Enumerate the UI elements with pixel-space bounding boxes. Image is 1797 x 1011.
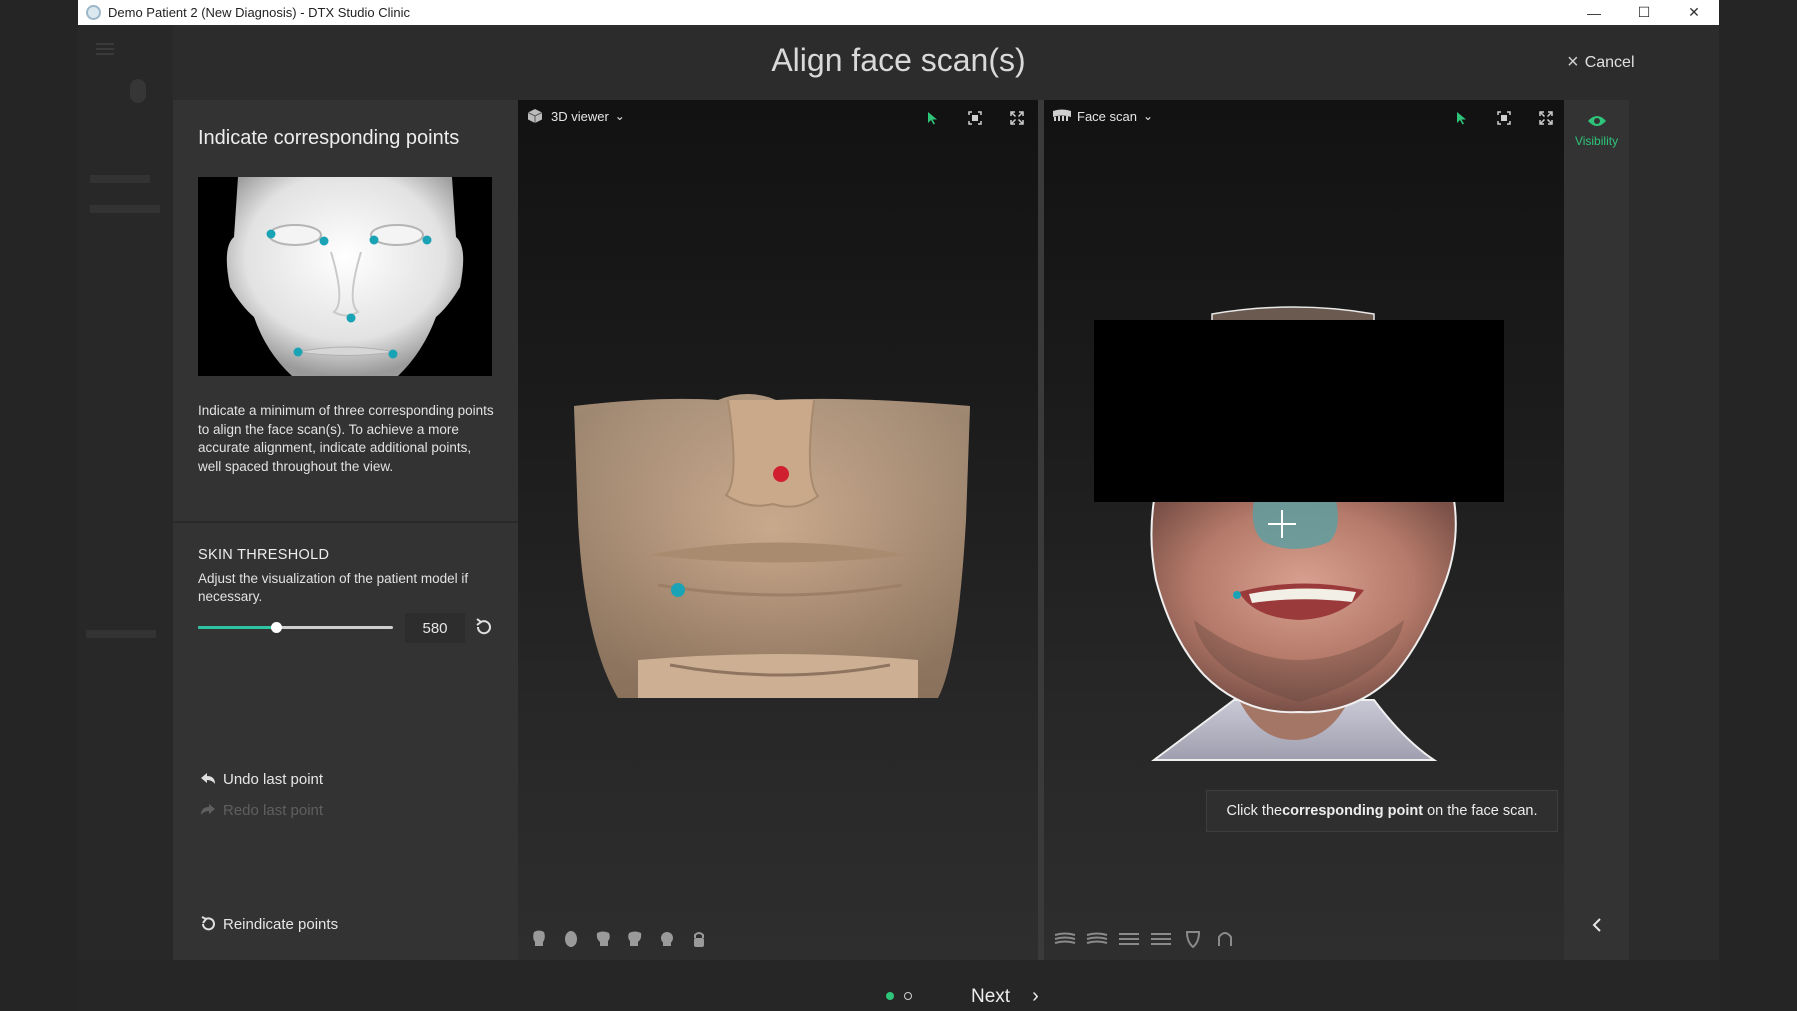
reference-point [422, 235, 432, 245]
teeth-upper-icon[interactable] [1054, 928, 1076, 950]
reindicate-icon [198, 915, 218, 933]
right-tool-column: Visibility [1564, 100, 1629, 960]
eye-icon [1587, 116, 1606, 126]
reset-threshold-icon[interactable] [473, 616, 495, 638]
redo-arrow-icon [198, 801, 218, 819]
tooth-single-icon[interactable] [1182, 928, 1204, 950]
undo-arrow-icon [198, 770, 218, 788]
reference-point [266, 229, 276, 239]
window-controls: — ☐ ✕ [1569, 0, 1719, 25]
redo-last-point-button[interactable]: Redo last point [198, 801, 323, 819]
reference-point [388, 349, 398, 359]
selected-point-marker [773, 466, 789, 482]
screen-margin-left [0, 0, 78, 1011]
background-item [90, 175, 150, 183]
background-item [86, 630, 156, 638]
skin-model-render [574, 394, 970, 698]
cancel-label: Cancel [1584, 53, 1635, 71]
step-dot-active [886, 992, 894, 1000]
visibility-button[interactable]: Visibility [1564, 114, 1629, 148]
skin-threshold-title: SKIN THRESHOLD [198, 547, 330, 563]
profile-right-icon[interactable] [624, 928, 646, 950]
reference-point [293, 347, 303, 357]
undo-last-point-button[interactable]: Undo last point [198, 770, 323, 788]
skin-threshold-slider-fill [198, 626, 276, 629]
app-logo-icon [86, 5, 101, 20]
background-tooth-icon [130, 79, 146, 103]
cancel-button[interactable]: × Cancel [1567, 51, 1635, 74]
background-sidebar [78, 25, 173, 1011]
teeth-open-icon[interactable] [1150, 928, 1172, 950]
reference-point [346, 313, 356, 323]
instruction-hint: Click the corresponding point on the fac… [1206, 790, 1558, 832]
hint-bold: corresponding point [1282, 803, 1424, 819]
panel-divider [173, 521, 518, 523]
hint-suffix: on the face scan. [1423, 803, 1538, 819]
step-indicator [886, 992, 912, 1000]
window-title: Demo Patient 2 (New Diagnosis) - DTX Stu… [108, 5, 410, 20]
next-label: Next [971, 985, 1011, 1007]
close-window-button[interactable]: ✕ [1669, 0, 1719, 25]
skin-threshold-value-input[interactable]: 580 [405, 613, 465, 643]
visibility-label: Visibility [1574, 134, 1619, 148]
close-icon: × [1567, 51, 1579, 73]
app-window: Demo Patient 2 (New Diagnosis) - DTX Stu… [78, 0, 1719, 1011]
skin-threshold-slider-handle[interactable] [271, 622, 282, 633]
instruction-panel: Indicate corresponding points Indicate a… [173, 100, 518, 960]
next-button[interactable]: Next › [971, 985, 1039, 1008]
skin-threshold-description: Adjust the visualization of the patient … [198, 571, 469, 604]
viewer-3d-bottom-toolbar [528, 928, 710, 950]
tooth-crown-icon[interactable] [1214, 928, 1236, 950]
maximize-button[interactable]: ☐ [1619, 0, 1669, 25]
face-scan-bottom-toolbar [1054, 928, 1236, 950]
profile-left-icon[interactable] [592, 928, 614, 950]
chevron-right-icon: › [1032, 985, 1039, 1007]
viewer-3d[interactable]: 3D viewer ⌄ [518, 100, 1038, 960]
hint-prefix: Click the [1226, 803, 1283, 819]
minimize-button[interactable]: — [1569, 0, 1619, 25]
dialog-title: Align face scan(s) [771, 42, 1026, 78]
privacy-mask [1094, 320, 1504, 502]
reindicate-label: Reindicate points [223, 915, 339, 933]
title-bar: Demo Patient 2 (New Diagnosis) - DTX Stu… [78, 0, 1719, 25]
background-footer [78, 960, 1719, 1011]
teeth-lower-icon[interactable] [1086, 928, 1108, 950]
instruction-description: Indicate a minimum of three correspondin… [198, 403, 494, 474]
redo-label: Redo last point [223, 801, 324, 819]
teeth-both-icon[interactable] [1118, 928, 1140, 950]
step-dot [904, 992, 912, 1000]
undo-label: Undo last point [223, 770, 324, 788]
instruction-heading: Indicate corresponding points [198, 127, 460, 149]
background-item [90, 205, 160, 213]
reference-face-illustration [226, 177, 464, 376]
screen-margin-right [1719, 0, 1797, 1011]
chevron-left-icon [1592, 918, 1601, 932]
viewer-face-scan[interactable]: Face scan ⌄ Click the corresponding poin… [1044, 100, 1564, 960]
soft-tissue-view-icon[interactable] [560, 928, 582, 950]
placed-point-marker [1233, 591, 1241, 599]
reindicate-points-button[interactable]: Reindicate points [198, 915, 338, 933]
collapse-panel-button[interactable] [1586, 914, 1608, 936]
skull-view-icon[interactable] [528, 928, 550, 950]
reference-point [369, 235, 379, 245]
reference-face-image [198, 177, 492, 376]
top-view-icon[interactable] [656, 928, 678, 950]
lock-view-icon[interactable] [688, 928, 710, 950]
placed-point-marker [671, 583, 685, 597]
reference-point [319, 236, 329, 246]
